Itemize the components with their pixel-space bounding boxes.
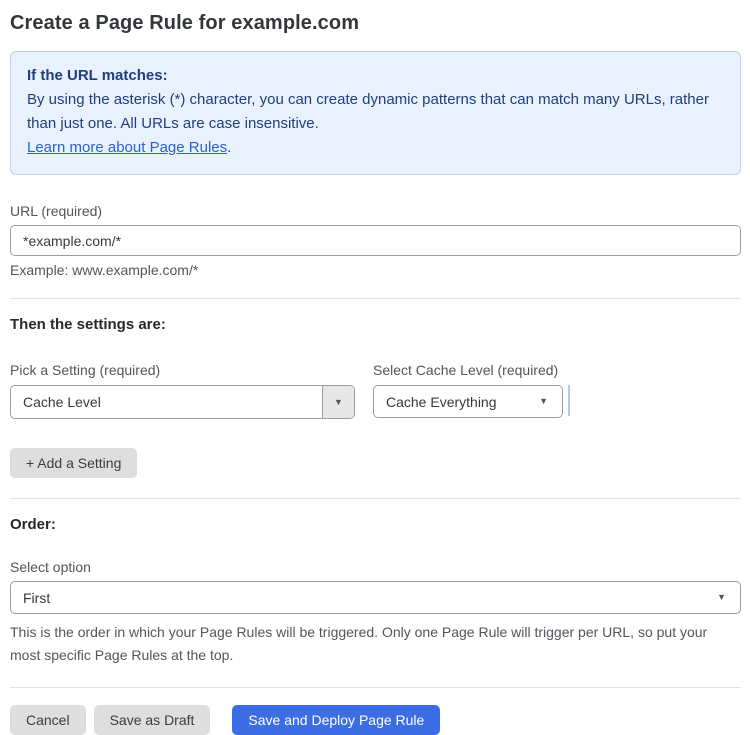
cache-level-value: Cache Everything — [386, 393, 497, 410]
cancel-button[interactable]: Cancel — [10, 705, 86, 735]
save-draft-button[interactable]: Save as Draft — [93, 705, 211, 735]
cache-level-column: Select Cache Level (required) Cache Ever… — [373, 362, 563, 418]
chevron-down-icon: ▼ — [322, 386, 354, 418]
cache-level-select[interactable]: Cache Everything ▼ — [373, 385, 563, 418]
setting-separator — [568, 385, 570, 416]
settings-heading: Then the settings are: — [10, 316, 166, 333]
info-box-heading: If the URL matches: — [27, 67, 168, 84]
divider-order — [10, 498, 741, 499]
link-period: . — [227, 139, 232, 156]
pick-setting-label: Pick a Setting (required) — [10, 362, 161, 378]
divider-top — [10, 298, 741, 299]
add-setting-button[interactable]: + Add a Setting — [10, 448, 138, 478]
url-input[interactable] — [10, 225, 741, 256]
info-box-link-line: Learn more about Page Rules. — [27, 136, 724, 160]
url-example-help: Example: www.example.com/* — [10, 262, 199, 278]
url-label: URL (required) — [10, 203, 103, 219]
footer-actions: Cancel Save as Draft Save and Deploy Pag… — [10, 705, 741, 735]
page-rule-form: Create a Page Rule for example.com If th… — [0, 0, 750, 735]
settings-row: Pick a Setting (required) Cache Level ▼ … — [10, 362, 741, 419]
cache-level-label: Select Cache Level (required) — [373, 362, 559, 378]
setting-picker-column: Pick a Setting (required) Cache Level ▼ — [10, 362, 355, 419]
save-deploy-button[interactable]: Save and Deploy Page Rule — [232, 705, 441, 735]
page-title: Create a Page Rule for example.com — [10, 12, 360, 34]
order-help-text: This is the order in which your Page Rul… — [10, 624, 708, 663]
chevron-down-icon: ▼ — [539, 396, 548, 406]
pick-setting-select[interactable]: Cache Level ▼ — [10, 385, 355, 419]
order-select[interactable]: First ▼ — [10, 581, 741, 614]
chevron-down-icon: ▼ — [717, 592, 726, 602]
info-box-body: By using the asterisk (*) character, you… — [27, 91, 709, 132]
learn-more-link[interactable]: Learn more about Page Rules — [27, 139, 227, 156]
divider-footer — [10, 687, 741, 688]
url-match-info-box: If the URL matches: By using the asteris… — [10, 51, 741, 175]
order-select-label: Select option — [10, 559, 91, 575]
pick-setting-value: Cache Level — [23, 394, 101, 410]
order-heading: Order: — [10, 516, 56, 533]
order-select-value: First — [23, 589, 51, 606]
